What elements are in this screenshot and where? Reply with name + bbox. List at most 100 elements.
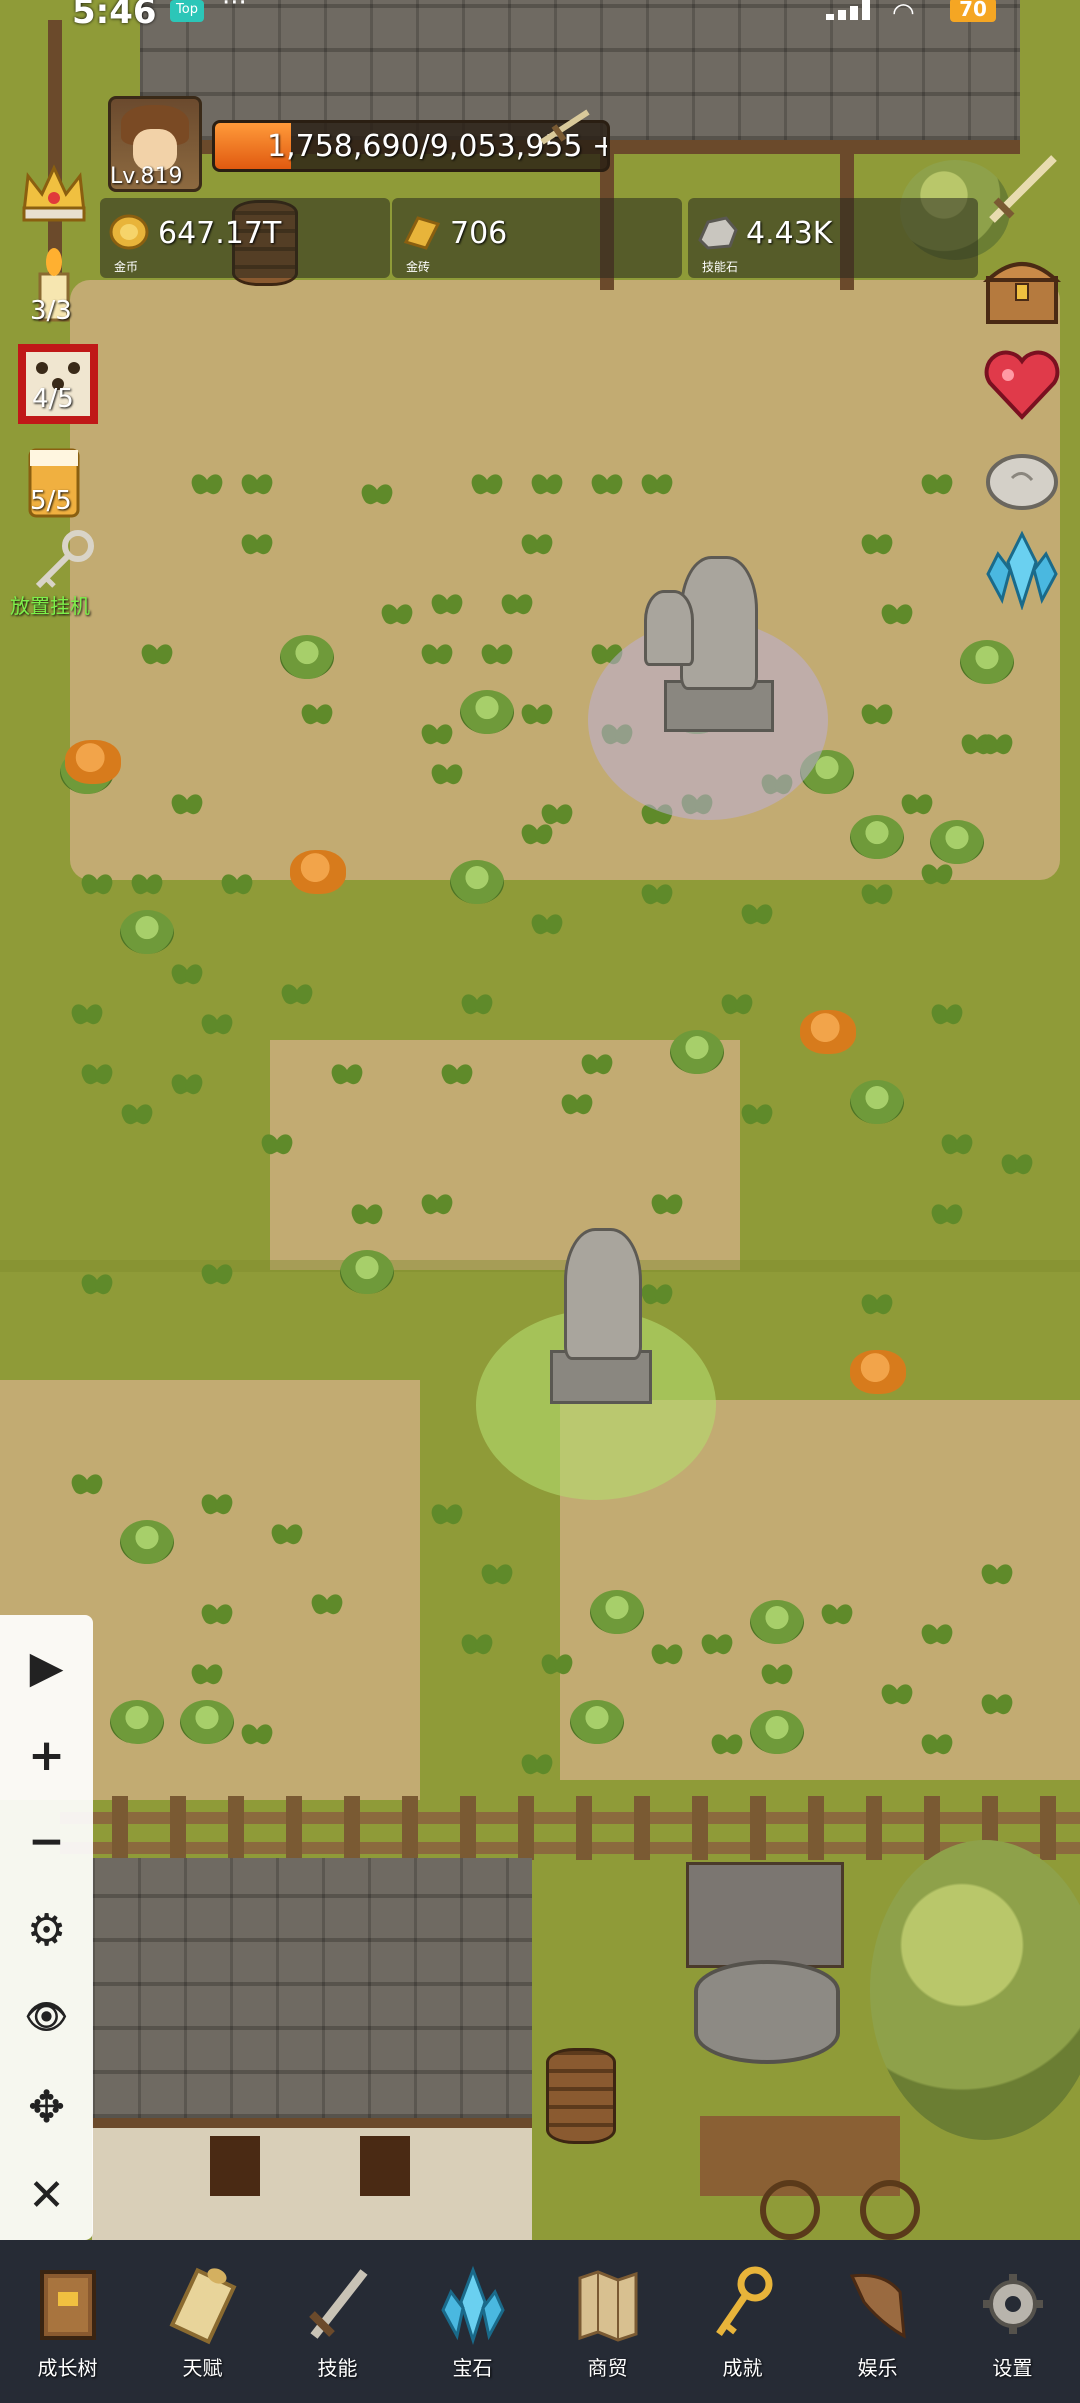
- crop-sprout[interactable]: [640, 1280, 674, 1308]
- nav-skill[interactable]: 技能: [270, 2240, 405, 2403]
- crop-sprout[interactable]: [530, 470, 564, 498]
- stone-icon[interactable]: [982, 438, 1062, 518]
- crop-sprout[interactable]: [350, 1200, 384, 1228]
- cabbage-crop[interactable]: [120, 910, 174, 954]
- crop-sprout[interactable]: [560, 1090, 594, 1118]
- crop-sprout[interactable]: [520, 820, 554, 848]
- nav-talent[interactable]: 天赋: [135, 2240, 270, 2403]
- crop-sprout[interactable]: [520, 1750, 554, 1778]
- crop-sprout[interactable]: [120, 1100, 154, 1128]
- crop-sprout[interactable]: [360, 480, 394, 508]
- crop-sprout[interactable]: [420, 1190, 454, 1218]
- crystal-icon[interactable]: [982, 530, 1062, 610]
- crop-sprout[interactable]: [430, 760, 464, 788]
- crop-sprout[interactable]: [460, 990, 494, 1018]
- crop-sprout[interactable]: [170, 1070, 204, 1098]
- crop-sprout[interactable]: [170, 790, 204, 818]
- sword-icon[interactable]: [982, 150, 1062, 230]
- crop-sprout[interactable]: [430, 590, 464, 618]
- crop-sprout[interactable]: [130, 870, 164, 898]
- crop-sprout[interactable]: [900, 790, 934, 818]
- stone-well[interactable]: [694, 1960, 840, 2064]
- crop-sprout[interactable]: [940, 1130, 974, 1158]
- crop-sprout[interactable]: [80, 870, 114, 898]
- crop-sprout[interactable]: [80, 1060, 114, 1088]
- crop-sprout[interactable]: [860, 880, 894, 908]
- crop-sprout[interactable]: [140, 640, 174, 668]
- autoplay-label[interactable]: 放置挂机: [10, 590, 90, 619]
- crop-sprout[interactable]: [640, 470, 674, 498]
- crop-sprout[interactable]: [700, 1630, 734, 1658]
- crop-sprout[interactable]: [240, 470, 274, 498]
- dice-item[interactable]: 4/5: [18, 344, 98, 426]
- zoom-out-button[interactable]: −: [0, 1801, 93, 1881]
- settings-button[interactable]: ⚙: [0, 1890, 93, 1970]
- nav-settings[interactable]: 设置: [945, 2240, 1080, 2403]
- gold-brick-panel[interactable]: 706 金砖: [392, 198, 682, 278]
- crop-sprout[interactable]: [530, 910, 564, 938]
- crop-sprout[interactable]: [920, 1730, 954, 1758]
- crop-sprout[interactable]: [500, 590, 534, 618]
- close-button[interactable]: ✕: [0, 2155, 93, 2235]
- cabbage-crop[interactable]: [960, 640, 1014, 684]
- treasure-chest-icon[interactable]: [982, 248, 1062, 328]
- crop-sprout[interactable]: [470, 470, 504, 498]
- pumpkin-crop[interactable]: [290, 850, 346, 894]
- crop-sprout[interactable]: [710, 1730, 744, 1758]
- crop-sprout[interactable]: [170, 960, 204, 988]
- cabbage-crop[interactable]: [750, 1710, 804, 1754]
- crop-sprout[interactable]: [300, 700, 334, 728]
- crop-sprout[interactable]: [260, 1130, 294, 1158]
- cabbage-crop[interactable]: [850, 1080, 904, 1124]
- zoom-in-button[interactable]: +: [0, 1715, 93, 1795]
- crop-sprout[interactable]: [930, 1000, 964, 1028]
- cabbage-crop[interactable]: [460, 690, 514, 734]
- pumpkin-crop[interactable]: [850, 1350, 906, 1394]
- crop-sprout[interactable]: [980, 730, 1014, 758]
- nav-entertainment[interactable]: 娱乐: [810, 2240, 945, 2403]
- crop-sprout[interactable]: [280, 980, 314, 1008]
- cabbage-crop[interactable]: [340, 1250, 394, 1294]
- crop-sprout[interactable]: [920, 860, 954, 888]
- crop-sprout[interactable]: [480, 640, 514, 668]
- pumpkin-crop[interactable]: [65, 740, 121, 784]
- cabbage-crop[interactable]: [750, 1600, 804, 1644]
- praying-statue[interactable]: [564, 1228, 642, 1360]
- cabbage-crop[interactable]: [850, 815, 904, 859]
- pumpkin-crop[interactable]: [800, 1010, 856, 1054]
- crop-sprout[interactable]: [460, 1630, 494, 1658]
- nav-achievement[interactable]: 成就: [675, 2240, 810, 2403]
- crop-sprout[interactable]: [420, 640, 454, 668]
- crop-sprout[interactable]: [420, 720, 454, 748]
- crop-sprout[interactable]: [540, 1650, 574, 1678]
- crop-sprout[interactable]: [920, 1620, 954, 1648]
- play-button[interactable]: ▶: [0, 1627, 93, 1707]
- crop-sprout[interactable]: [880, 600, 914, 628]
- crop-sprout[interactable]: [200, 1600, 234, 1628]
- crop-sprout[interactable]: [580, 1050, 614, 1078]
- crop-sprout[interactable]: [310, 1590, 344, 1618]
- crop-sprout[interactable]: [880, 1680, 914, 1708]
- crop-sprout[interactable]: [440, 1060, 474, 1088]
- crop-sprout[interactable]: [720, 990, 754, 1018]
- crop-sprout[interactable]: [1000, 1150, 1034, 1178]
- crop-sprout[interactable]: [650, 1640, 684, 1668]
- view-button[interactable]: 👁: [0, 1977, 93, 2057]
- crop-sprout[interactable]: [80, 1270, 114, 1298]
- cabbage-crop[interactable]: [120, 1520, 174, 1564]
- crop-sprout[interactable]: [980, 1560, 1014, 1588]
- heart-icon[interactable]: [982, 345, 1062, 425]
- crop-sprout[interactable]: [70, 1000, 104, 1028]
- gold-coin-panel[interactable]: 647.17T 金币: [100, 198, 390, 278]
- beer-item[interactable]: 5/5: [18, 442, 90, 524]
- candle-item[interactable]: 3/3: [18, 244, 90, 334]
- crop-sprout[interactable]: [740, 1100, 774, 1128]
- crop-sprout[interactable]: [200, 1010, 234, 1038]
- nav-gem[interactable]: 宝石: [405, 2240, 540, 2403]
- crop-sprout[interactable]: [820, 1600, 854, 1628]
- crop-sprout[interactable]: [920, 470, 954, 498]
- crop-sprout[interactable]: [220, 870, 254, 898]
- cabbage-crop[interactable]: [110, 1700, 164, 1744]
- nav-growth-tree[interactable]: 成长树: [0, 2240, 135, 2403]
- crop-sprout[interactable]: [270, 1520, 304, 1548]
